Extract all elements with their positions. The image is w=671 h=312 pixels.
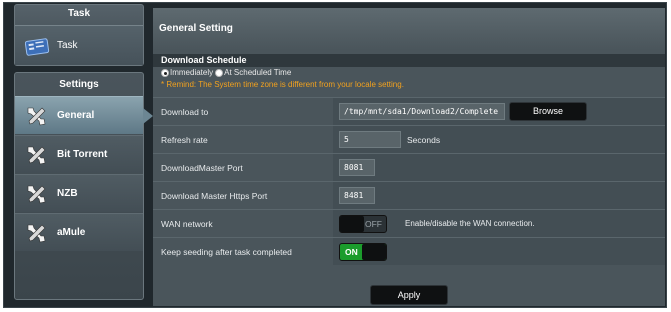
timezone-remind-text: * Remind: The System time zone is differ… xyxy=(161,80,404,89)
sidebar-item-task-label: Task xyxy=(57,40,78,51)
row-download-to: Download to /tmp/mnt/sda1/Download2/Comp… xyxy=(153,97,665,125)
radio-immediately[interactable] xyxy=(161,69,169,77)
toggle-knob xyxy=(340,215,364,232)
toggle-state-text: OFF xyxy=(365,218,382,229)
apply-bar: Apply xyxy=(153,284,665,306)
page-title: General Setting xyxy=(153,8,665,50)
browse-button[interactable]: Browse xyxy=(509,102,587,121)
row-dm-https-port: Download Master Https Port 8481 xyxy=(153,181,665,209)
schedule-radio-group: Immediately At Scheduled Time xyxy=(153,67,665,79)
settings-table: Download to /tmp/mnt/sda1/Download2/Comp… xyxy=(153,97,665,265)
apply-button[interactable]: Apply xyxy=(370,285,448,305)
task-list-icon xyxy=(24,36,51,56)
row-dm-port: DownloadMaster Port 8081 xyxy=(153,153,665,181)
refresh-rate-unit: Seconds xyxy=(407,134,441,145)
toggle-state-text: ON xyxy=(345,246,358,257)
sidebar-item-label: General xyxy=(57,110,95,121)
sidebar-item-task[interactable]: Task xyxy=(15,25,143,65)
wan-network-label: WAN network xyxy=(153,210,333,237)
row-refresh-rate: Refresh rate 5 Seconds xyxy=(153,125,665,153)
sidebar-item-label: NZB xyxy=(57,188,78,199)
dm-port-label: DownloadMaster Port xyxy=(153,154,333,181)
task-panel: Task Task xyxy=(14,4,144,66)
task-panel-header: Task xyxy=(67,8,91,19)
refresh-rate-label: Refresh rate xyxy=(153,126,333,153)
radio-scheduled-time[interactable] xyxy=(215,69,224,77)
download-to-label: Download to xyxy=(153,98,333,125)
sidebar-item-nzb[interactable]: NZB xyxy=(15,174,143,212)
sidebar-item-label: Bit Torrent xyxy=(57,149,108,160)
tools-icon xyxy=(25,222,47,244)
wan-network-toggle[interactable]: OFF xyxy=(339,214,387,233)
refresh-rate-input[interactable]: 5 xyxy=(339,131,401,148)
sidebar-item-bit-torrent[interactable]: Bit Torrent xyxy=(15,135,143,173)
settings-panel-header: Settings xyxy=(59,79,99,90)
wan-network-description: Enable/disable the WAN connection. xyxy=(405,219,535,228)
dm-port-input[interactable]: 8081 xyxy=(339,159,375,176)
tools-icon xyxy=(25,105,47,127)
section-header-download-schedule: Download Schedule xyxy=(153,54,665,67)
settings-panel: Settings General Bit Torrent NZB aMule xyxy=(14,72,153,300)
sidebar-item-amule[interactable]: aMule xyxy=(15,213,143,251)
dm-https-port-label: Download Master Https Port xyxy=(153,182,333,209)
radio-immediately-label[interactable]: Immediately xyxy=(170,67,213,79)
radio-scheduled-time-label[interactable]: At Scheduled Time xyxy=(224,67,291,79)
main-content: General Setting Download Schedule Immedi… xyxy=(153,8,665,306)
toggle-knob xyxy=(362,243,386,260)
sidebar-item-label: aMule xyxy=(57,227,86,238)
tools-icon xyxy=(25,144,47,166)
row-keep-seeding: Keep seeding after task completed ON xyxy=(153,237,665,265)
sidebar-item-general[interactable]: General xyxy=(15,96,153,134)
row-wan-network: WAN network OFF Enable/disable the WAN c… xyxy=(153,209,665,237)
keep-seeding-label: Keep seeding after task completed xyxy=(153,238,333,265)
download-to-input[interactable]: /tmp/mnt/sda1/Download2/Complete xyxy=(339,103,505,120)
dm-https-port-input[interactable]: 8481 xyxy=(339,187,375,204)
keep-seeding-toggle[interactable]: ON xyxy=(339,242,387,261)
tools-icon xyxy=(25,183,47,205)
